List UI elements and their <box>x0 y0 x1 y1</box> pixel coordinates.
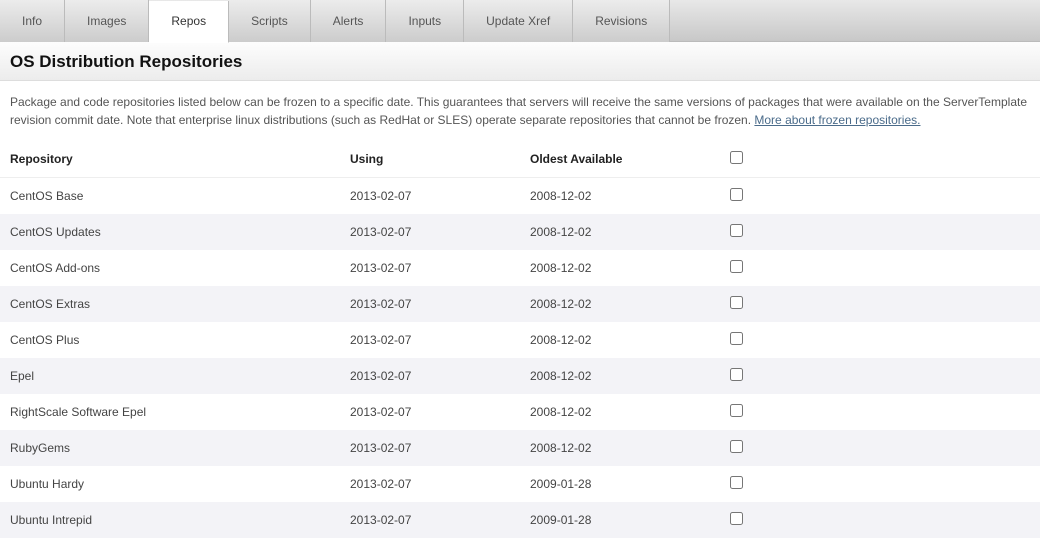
repo-oldest: 2008-12-02 <box>520 178 720 215</box>
row-spacer <box>780 502 1040 538</box>
repo-name: CentOS Updates <box>0 214 340 250</box>
repo-checkbox-cell <box>720 322 780 358</box>
tab-alerts[interactable]: Alerts <box>311 0 387 42</box>
repo-checkbox[interactable] <box>730 296 743 309</box>
row-spacer <box>780 250 1040 286</box>
repo-checkbox[interactable] <box>730 368 743 381</box>
repo-using: 2013-02-07 <box>340 502 520 538</box>
repo-name: CentOS Base <box>0 178 340 215</box>
repo-oldest: 2008-12-02 <box>520 214 720 250</box>
repo-checkbox[interactable] <box>730 188 743 201</box>
table-row: Epel2013-02-072008-12-02 <box>0 358 1040 394</box>
repo-oldest: 2008-12-02 <box>520 286 720 322</box>
repo-oldest: 2008-12-02 <box>520 250 720 286</box>
repo-checkbox-cell <box>720 430 780 466</box>
repo-name: CentOS Plus <box>0 322 340 358</box>
row-spacer <box>780 358 1040 394</box>
section-header: OS Distribution Repositories <box>0 42 1040 81</box>
table-row: RubyGems2013-02-072008-12-02 <box>0 430 1040 466</box>
repo-name: Ubuntu Intrepid <box>0 502 340 538</box>
repo-using: 2013-02-07 <box>340 394 520 430</box>
repo-checkbox[interactable] <box>730 224 743 237</box>
repo-oldest: 2009-01-28 <box>520 502 720 538</box>
repo-using: 2013-02-07 <box>340 178 520 215</box>
repo-name: CentOS Add-ons <box>0 250 340 286</box>
frozen-repos-link[interactable]: More about frozen repositories. <box>754 113 920 127</box>
header-checkbox <box>720 141 780 178</box>
table-row: RightScale Software Epel2013-02-072008-1… <box>0 394 1040 430</box>
table-row: CentOS Base2013-02-072008-12-02 <box>0 178 1040 215</box>
table-row: CentOS Updates2013-02-072008-12-02 <box>0 214 1040 250</box>
tab-update-xref[interactable]: Update Xref <box>464 0 573 42</box>
tab-images[interactable]: Images <box>65 0 149 42</box>
repo-using: 2013-02-07 <box>340 466 520 502</box>
repo-name: CentOS Extras <box>0 286 340 322</box>
repo-name: Ubuntu Hardy <box>0 466 340 502</box>
repo-checkbox[interactable] <box>730 476 743 489</box>
header-using: Using <box>340 141 520 178</box>
table-header-row: Repository Using Oldest Available <box>0 141 1040 178</box>
tab-bar: InfoImagesReposScriptsAlertsInputsUpdate… <box>0 0 1040 42</box>
repo-checkbox[interactable] <box>730 260 743 273</box>
tab-inputs[interactable]: Inputs <box>386 0 464 42</box>
repo-using: 2013-02-07 <box>340 322 520 358</box>
header-spacer <box>780 141 1040 178</box>
row-spacer <box>780 286 1040 322</box>
row-spacer <box>780 214 1040 250</box>
description: Package and code repositories listed bel… <box>0 81 1040 139</box>
table-row: CentOS Plus2013-02-072008-12-02 <box>0 322 1040 358</box>
repo-checkbox-cell <box>720 178 780 215</box>
table-row: CentOS Add-ons2013-02-072008-12-02 <box>0 250 1040 286</box>
repo-checkbox-cell <box>720 394 780 430</box>
repo-checkbox[interactable] <box>730 404 743 417</box>
table-row: Ubuntu Intrepid2013-02-072009-01-28 <box>0 502 1040 538</box>
repo-name: Epel <box>0 358 340 394</box>
repo-using: 2013-02-07 <box>340 250 520 286</box>
repo-oldest: 2008-12-02 <box>520 322 720 358</box>
select-all-checkbox[interactable] <box>730 151 743 164</box>
repo-using: 2013-02-07 <box>340 430 520 466</box>
repo-using: 2013-02-07 <box>340 358 520 394</box>
repo-checkbox-cell <box>720 214 780 250</box>
row-spacer <box>780 322 1040 358</box>
repo-name: RubyGems <box>0 430 340 466</box>
repo-checkbox[interactable] <box>730 332 743 345</box>
repo-checkbox-cell <box>720 466 780 502</box>
row-spacer <box>780 178 1040 215</box>
row-spacer <box>780 430 1040 466</box>
row-spacer <box>780 466 1040 502</box>
repo-using: 2013-02-07 <box>340 214 520 250</box>
repo-checkbox-cell <box>720 358 780 394</box>
table-row: CentOS Extras2013-02-072008-12-02 <box>0 286 1040 322</box>
tab-scripts[interactable]: Scripts <box>229 0 311 42</box>
repo-checkbox-cell <box>720 286 780 322</box>
repositories-table: Repository Using Oldest Available CentOS… <box>0 141 1040 538</box>
repo-name: RightScale Software Epel <box>0 394 340 430</box>
row-spacer <box>780 394 1040 430</box>
repo-oldest: 2009-01-28 <box>520 466 720 502</box>
repo-oldest: 2008-12-02 <box>520 394 720 430</box>
tab-revisions[interactable]: Revisions <box>573 0 670 42</box>
repo-checkbox-cell <box>720 502 780 538</box>
repo-checkbox[interactable] <box>730 440 743 453</box>
header-oldest: Oldest Available <box>520 141 720 178</box>
repo-using: 2013-02-07 <box>340 286 520 322</box>
table-row: Ubuntu Hardy2013-02-072009-01-28 <box>0 466 1040 502</box>
tab-repos[interactable]: Repos <box>149 1 229 43</box>
repo-oldest: 2008-12-02 <box>520 430 720 466</box>
repo-oldest: 2008-12-02 <box>520 358 720 394</box>
repo-checkbox-cell <box>720 250 780 286</box>
page-title: OS Distribution Repositories <box>10 52 1030 72</box>
repo-checkbox[interactable] <box>730 512 743 525</box>
header-repository: Repository <box>0 141 340 178</box>
tab-info[interactable]: Info <box>0 0 65 42</box>
